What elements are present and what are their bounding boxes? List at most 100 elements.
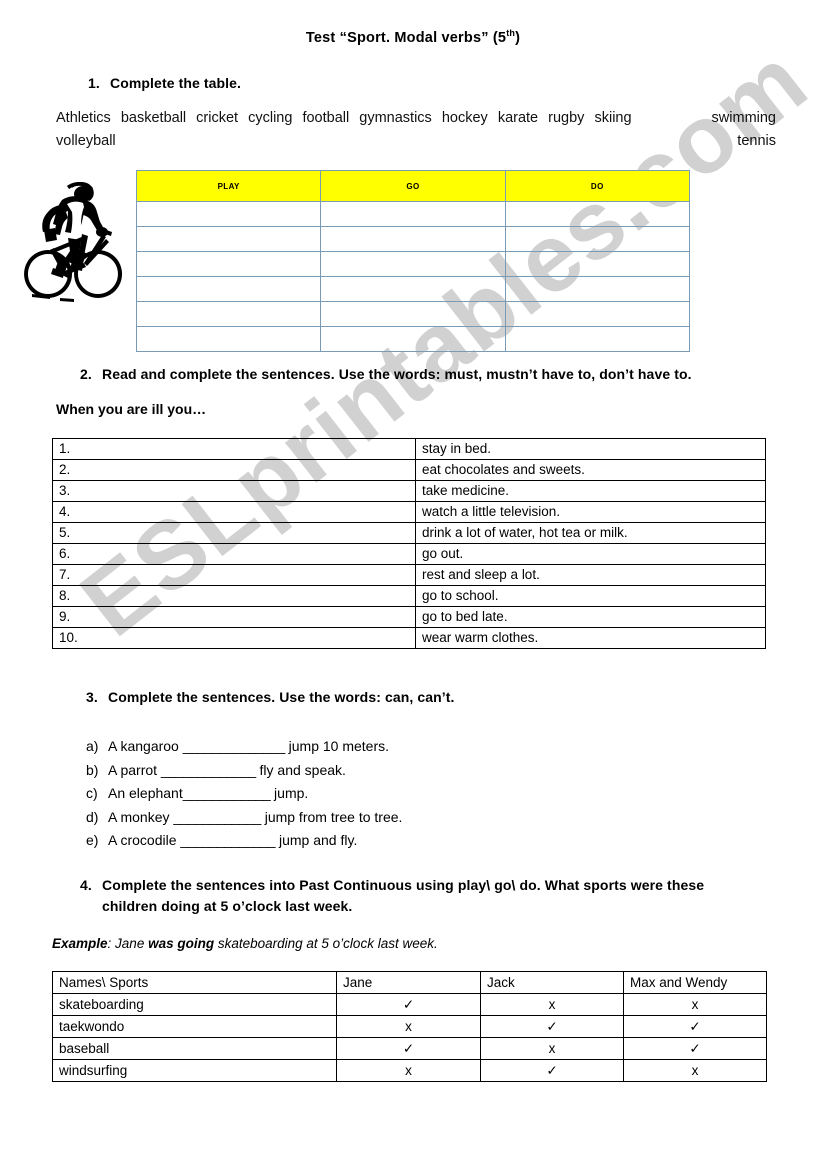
page-title-text: Test “Sport. Modal verbs” (5	[305, 29, 507, 46]
table-row: 6. go out.	[52, 543, 766, 565]
answer-cell[interactable]	[504, 276, 691, 302]
sports-table-body: skateboarding ✓ x x taekwondo x ✓ ✓ baseball ✓ x ✓ w…	[52, 993, 767, 1082]
sentence-number-and-answer-cell[interactable]: 9.	[52, 606, 416, 628]
exercise-4-number: 4.	[80, 877, 92, 893]
exercise-3-number: 3.	[86, 689, 98, 705]
answer-cell[interactable]	[504, 251, 691, 277]
word-tennis: tennis	[737, 133, 776, 149]
answer-cell[interactable]	[135, 201, 322, 227]
answer-cell[interactable]	[320, 301, 506, 327]
exercise-2-lead-in: When you are ill you…	[56, 401, 207, 417]
table-row: windsurfing x ✓ x	[52, 1059, 767, 1082]
sentence-number-and-answer-cell[interactable]: 4.	[52, 501, 416, 523]
word-gymnastics: gymnastics	[359, 110, 432, 126]
item-text-before: A kangaroo	[108, 738, 183, 754]
answer-cell[interactable]	[320, 276, 506, 302]
word-football: football	[302, 110, 350, 126]
worksheet-page: ESLprintables.com Test “Sport. Modal ver…	[0, 0, 826, 1169]
word-athletics: Athletics	[56, 110, 111, 126]
play-go-do-table-head: PLAY GO DO	[135, 170, 691, 202]
word-list-row-1-left: Athletics basketball cricket cycling foo…	[56, 107, 632, 130]
answer-cell[interactable]	[504, 326, 691, 352]
answer-cell[interactable]	[504, 301, 691, 327]
answer-cell[interactable]	[320, 226, 506, 252]
cross-mark-cell: x	[623, 1059, 767, 1082]
item-text-after: jump 10 meters.	[284, 738, 390, 754]
check-mark-cell: ✓	[480, 1015, 624, 1038]
table-row: skateboarding ✓ x x	[52, 993, 767, 1016]
exercise-4-instruction-line-2: children doing at 5 o’clock last week.	[102, 898, 353, 914]
item-label: a)	[86, 738, 99, 754]
column-header-max-and-wendy: Max and Wendy	[623, 971, 767, 994]
example-text-part-1: Jane	[115, 936, 149, 951]
exercise-1-heading: 1. Complete the table.	[88, 75, 241, 91]
sentence-number-and-answer-cell[interactable]: 5.	[52, 522, 416, 544]
past-continuous-sports-table: Names\ Sports Jane Jack Max and Wendy sk…	[52, 971, 767, 1082]
answer-blank[interactable]: _____________	[161, 762, 256, 778]
sentence-number-and-answer-cell[interactable]: 1.	[52, 438, 416, 460]
column-header-jane: Jane	[336, 971, 481, 994]
answer-blank[interactable]: ____________	[183, 785, 271, 801]
sentence-text-cell: eat chocolates and sweets.	[415, 459, 766, 481]
sentence-number-and-answer-cell[interactable]: 10.	[52, 627, 416, 649]
column-header-go: GO	[320, 170, 506, 202]
answer-cell[interactable]	[135, 226, 322, 252]
table-header-row: Names\ Sports Jane Jack Max and Wendy	[52, 971, 767, 994]
sentence-text-cell: go to school.	[415, 585, 766, 607]
answer-cell[interactable]	[504, 226, 691, 252]
example-text-bold: was going	[148, 936, 215, 951]
table-row: 2. eat chocolates and sweets.	[52, 459, 766, 481]
answer-cell[interactable]	[135, 251, 322, 277]
table-row: taekwondo x ✓ ✓	[52, 1015, 767, 1038]
answer-cell[interactable]	[320, 251, 506, 277]
item-label: c)	[86, 785, 98, 801]
sentence-text-cell: rest and sleep a lot.	[415, 564, 766, 586]
sentence-text-cell: take medicine.	[415, 480, 766, 502]
table-row: 8. go to school.	[52, 585, 766, 607]
word-karate: karate	[497, 110, 539, 126]
check-mark-cell: ✓	[336, 993, 481, 1016]
sentence-number-and-answer-cell[interactable]: 2.	[52, 459, 416, 481]
table-row: 4. watch a little television.	[52, 501, 766, 523]
table-row	[135, 276, 691, 302]
exercise-1-instruction: Complete the table.	[110, 75, 242, 91]
example-separator: :	[107, 936, 116, 951]
answer-cell[interactable]	[135, 276, 322, 302]
item-label: e)	[86, 832, 99, 848]
sentence-number-and-answer-cell[interactable]: 7.	[52, 564, 416, 586]
answer-cell[interactable]	[135, 301, 322, 327]
play-go-do-table: PLAY GO DO	[135, 170, 691, 352]
sentence-text-cell: drink a lot of water, hot tea or milk.	[415, 522, 766, 544]
exercise-2-instruction: Read and complete the sentences. Use the…	[102, 366, 692, 382]
column-header-play: PLAY	[135, 170, 322, 202]
word-basketball: basketball	[120, 110, 187, 126]
play-go-do-table-body	[135, 201, 691, 352]
exercise-1-number: 1.	[88, 75, 100, 91]
sport-name-cell: taekwondo	[52, 1015, 337, 1038]
answer-blank[interactable]: ____________	[173, 809, 261, 825]
sentence-number-and-answer-cell[interactable]: 6.	[52, 543, 416, 565]
modal-verbs-table-body: 1. stay in bed. 2. eat chocolates and sweet…	[52, 438, 766, 649]
sentence-text-cell: wear warm clothes.	[415, 627, 766, 649]
modal-verbs-table: 1. stay in bed. 2. eat chocolates and sweet…	[52, 438, 766, 649]
answer-blank[interactable]: _____________	[180, 832, 275, 848]
sentence-number-and-answer-cell[interactable]: 8.	[52, 585, 416, 607]
table-row: 1. stay in bed.	[52, 438, 766, 460]
answer-cell[interactable]	[504, 201, 691, 227]
item-text-before: A parrot	[108, 761, 161, 778]
page-title-close: )	[515, 29, 521, 46]
exercise-4-heading: 4. Complete the sentences into Past Conti…	[80, 877, 760, 914]
answer-cell[interactable]	[320, 326, 506, 352]
exercise-4-instruction-line-1: Complete the sentences into Past Continu…	[102, 877, 705, 893]
check-mark-cell: ✓	[480, 1059, 624, 1082]
cross-mark-cell: x	[480, 1037, 624, 1060]
answer-cell[interactable]	[320, 201, 506, 227]
word-skiing: skiing	[594, 110, 632, 126]
exercise-4-example: Example: Jane was going skateboarding at…	[52, 936, 438, 951]
answer-cell[interactable]	[135, 326, 322, 352]
answer-blank[interactable]: ______________	[183, 738, 286, 754]
item-text-before: A crocodile	[108, 832, 181, 848]
sentence-text-cell: go to bed late.	[415, 606, 766, 628]
sentence-number-and-answer-cell[interactable]: 3.	[52, 480, 416, 502]
cross-mark-cell: x	[480, 993, 624, 1016]
